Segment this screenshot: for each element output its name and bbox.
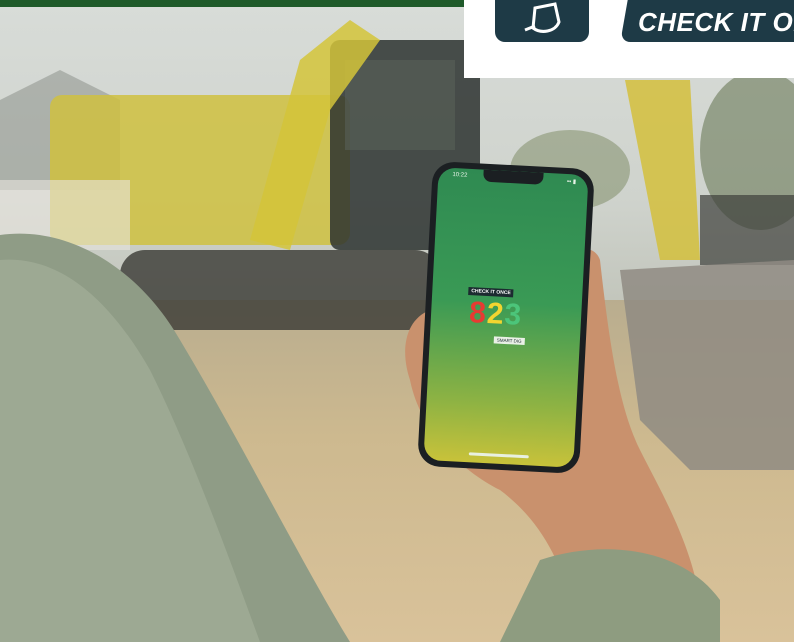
logo-digit-3: 3 <box>503 297 524 332</box>
status-icons: ▪▪ ▮ <box>566 179 577 186</box>
app-logo-main: 823 <box>468 296 523 333</box>
shovel-icon <box>495 0 589 42</box>
logo-digit-1: 8 <box>468 296 488 330</box>
home-indicator <box>468 452 529 459</box>
app-store-badge[interactable]: CHECK IT ON <box>464 0 794 78</box>
status-time: 10:22 <box>452 172 468 179</box>
app-logo-sub: SMART DIG <box>493 336 525 346</box>
logo-digit-2: 2 <box>486 297 506 331</box>
badge-label: CHECK IT ON <box>638 7 794 37</box>
top-accent-bar <box>0 0 464 7</box>
phone-notch <box>483 169 544 185</box>
excavator-illustration <box>0 20 794 642</box>
phone-screen[interactable]: 10:22 ▪▪ ▮ CHECK IT ONCE 823 SMART DIG <box>423 167 589 468</box>
smartphone: 10:22 ▪▪ ▮ CHECK IT ONCE 823 SMART DIG <box>417 160 595 475</box>
photo-scene: CHECK IT ON 10:22 ▪▪ ▮ CHECK IT ONCE 823… <box>0 0 794 642</box>
